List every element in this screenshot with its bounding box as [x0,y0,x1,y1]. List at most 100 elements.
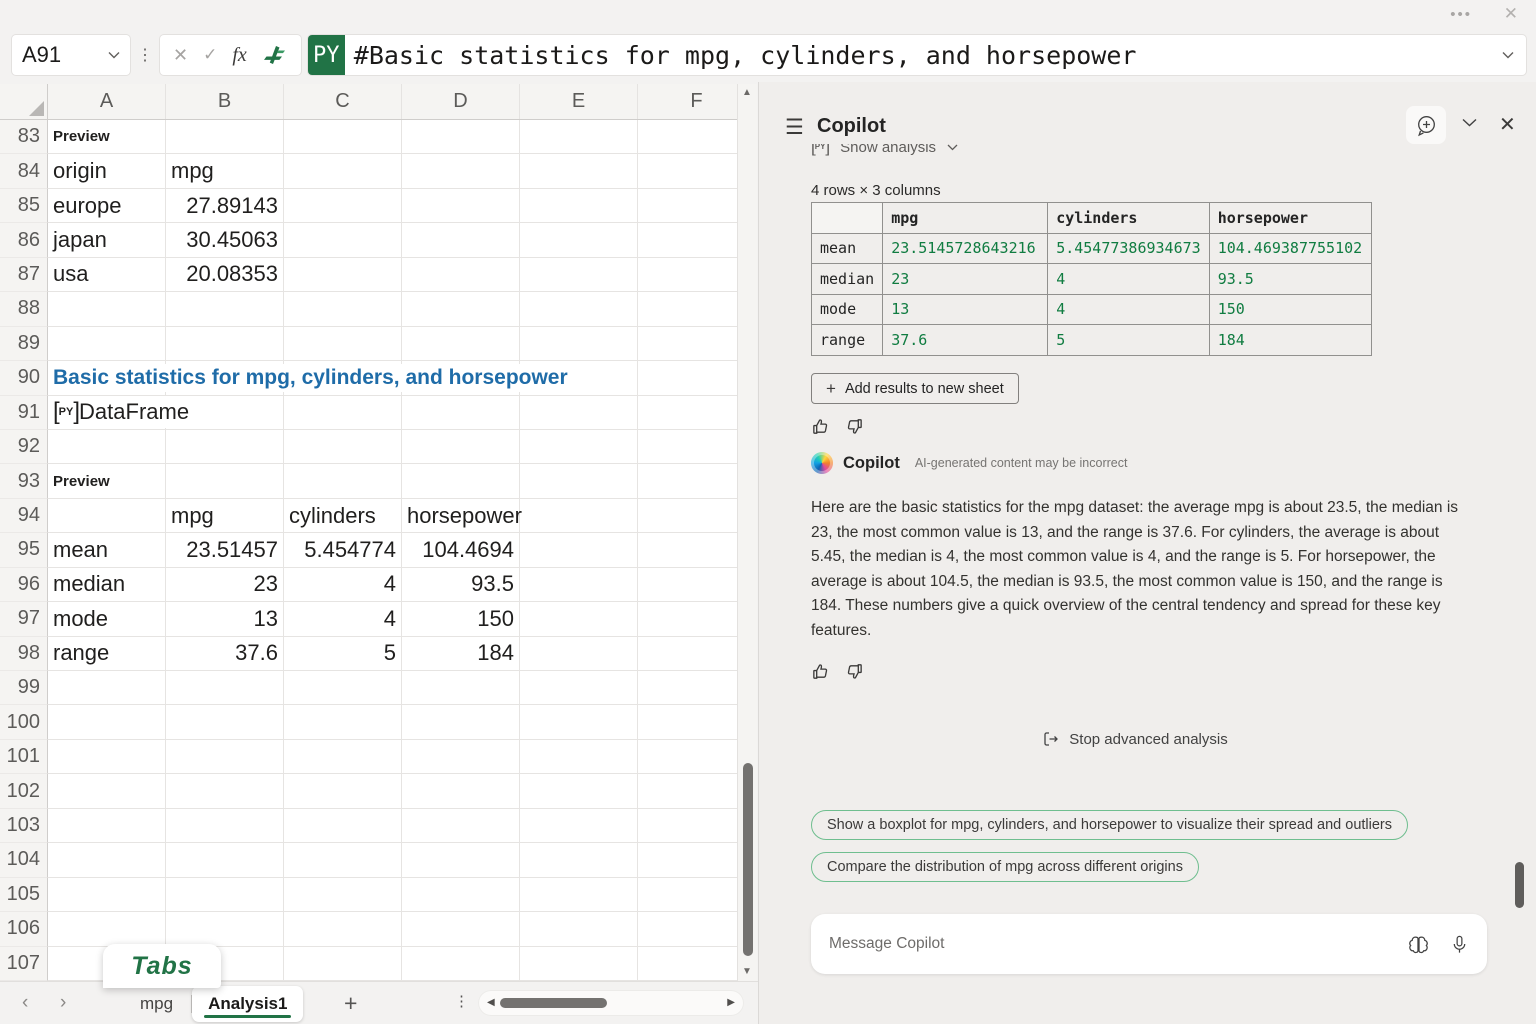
window-more-icon[interactable]: ••• [1450,6,1472,23]
cell-E94[interactable] [520,499,638,533]
cell-C83[interactable] [284,120,402,154]
cell-E93[interactable] [520,464,638,498]
cell-D106[interactable] [402,912,520,946]
row-header-102[interactable]: 102 [0,774,48,808]
cell-C93[interactable] [284,464,402,498]
vertical-scroll-thumb[interactable] [743,763,753,956]
cell-B87[interactable]: 20.08353 [166,258,284,292]
panel-scroll-thumb[interactable] [1515,862,1524,908]
row-header-101[interactable]: 101 [0,740,48,774]
cell-F107[interactable] [638,947,737,981]
cell-A105[interactable] [48,878,166,912]
cell-C104[interactable] [284,843,402,877]
cell-C102[interactable] [284,774,402,808]
cell-B106[interactable] [166,912,284,946]
cell-F103[interactable] [638,809,737,843]
cell-B98[interactable]: 37.6 [166,637,284,671]
cell-C100[interactable] [284,705,402,739]
cell-D87[interactable] [402,258,520,292]
cell-D103[interactable] [402,809,520,843]
cell-E101[interactable] [520,740,638,774]
cell-F100[interactable] [638,705,737,739]
cell-B89[interactable] [166,327,284,361]
prev-sheet-icon[interactable]: ‹ [22,994,28,1012]
cell-A102[interactable] [48,774,166,808]
cell-F83[interactable] [638,120,737,154]
cell-F84[interactable] [638,154,737,188]
cell-E98[interactable] [520,637,638,671]
thumbs-up-icon[interactable] [811,662,830,681]
row-header-92[interactable]: 92 [0,430,48,464]
cell-A99[interactable] [48,671,166,705]
cell-B96[interactable]: 23 [166,568,284,602]
cell-E86[interactable] [520,223,638,257]
cell-A87[interactable]: usa [48,258,166,292]
cell-A104[interactable] [48,843,166,877]
cell-F99[interactable] [638,671,737,705]
formula-input[interactable]: PY #Basic statistics for mpg, cylinders,… [308,35,1526,75]
row-header-89[interactable]: 89 [0,327,48,361]
row-header-96[interactable]: 96 [0,568,48,602]
cell-F106[interactable] [638,912,737,946]
cell-B83[interactable] [166,120,284,154]
cell-C94[interactable]: cylinders [284,499,402,533]
cell-A101[interactable] [48,740,166,774]
column-header-A[interactable]: A [48,84,166,119]
cell-D107[interactable] [402,947,520,981]
formula-bar-expand-icon[interactable] [1502,51,1514,59]
cell-F93[interactable] [638,464,737,498]
cell-F95[interactable] [638,533,737,567]
cell-B104[interactable] [166,843,284,877]
cell-C101[interactable] [284,740,402,774]
cell-C99[interactable] [284,671,402,705]
row-header-95[interactable]: 95 [0,533,48,567]
cell-C97[interactable]: 4 [284,602,402,636]
confirm-icon[interactable]: ✓ [203,45,217,65]
cell-C106[interactable] [284,912,402,946]
scroll-up-icon[interactable]: ▲ [742,87,752,98]
cell-E107[interactable] [520,947,638,981]
cell-F96[interactable] [638,568,737,602]
cell-C91[interactable] [284,396,402,430]
cell-D105[interactable] [402,878,520,912]
cell-E97[interactable] [520,602,638,636]
tabs-overlay-badge[interactable]: Tabs [103,944,221,988]
row-header-93[interactable]: 93 [0,464,48,498]
brain-icon[interactable] [1407,933,1430,956]
cell-name-box[interactable]: A91 [12,35,130,75]
cell-E106[interactable] [520,912,638,946]
stop-advanced-analysis-button[interactable]: Stop advanced analysis [759,730,1511,748]
cell-B95[interactable]: 23.51457 [166,533,284,567]
cell-D93[interactable] [402,464,520,498]
row-header-104[interactable]: 104 [0,843,48,877]
row-header-100[interactable]: 100 [0,705,48,739]
cell-B86[interactable]: 30.45063 [166,223,284,257]
cell-C107[interactable] [284,947,402,981]
cell-E89[interactable] [520,327,638,361]
thumbs-down-icon[interactable] [845,662,864,681]
cell-D101[interactable] [402,740,520,774]
cell-D83[interactable] [402,120,520,154]
scroll-left-icon[interactable]: ◀ [487,997,495,1008]
cell-B92[interactable] [166,430,284,464]
cell-E84[interactable] [520,154,638,188]
cell-F89[interactable] [638,327,737,361]
cell-E99[interactable] [520,671,638,705]
column-header-F[interactable]: F [638,84,737,119]
cell-A97[interactable]: mode [48,602,166,636]
cell-D94[interactable]: horsepower [402,499,520,533]
cell-F94[interactable] [638,499,737,533]
select-all-corner[interactable] [0,84,48,119]
cell-E85[interactable] [520,189,638,223]
cell-D96[interactable]: 93.5 [402,568,520,602]
cell-D100[interactable] [402,705,520,739]
cell-A86[interactable]: japan [48,223,166,257]
cell-E88[interactable] [520,292,638,326]
cell-F101[interactable] [638,740,737,774]
row-header-85[interactable]: 85 [0,189,48,223]
cell-A92[interactable] [48,430,166,464]
copilot-input-box[interactable] [811,914,1487,974]
close-panel-icon[interactable]: ✕ [1499,112,1516,137]
cell-D88[interactable] [402,292,520,326]
row-header-83[interactable]: 83 [0,120,48,154]
